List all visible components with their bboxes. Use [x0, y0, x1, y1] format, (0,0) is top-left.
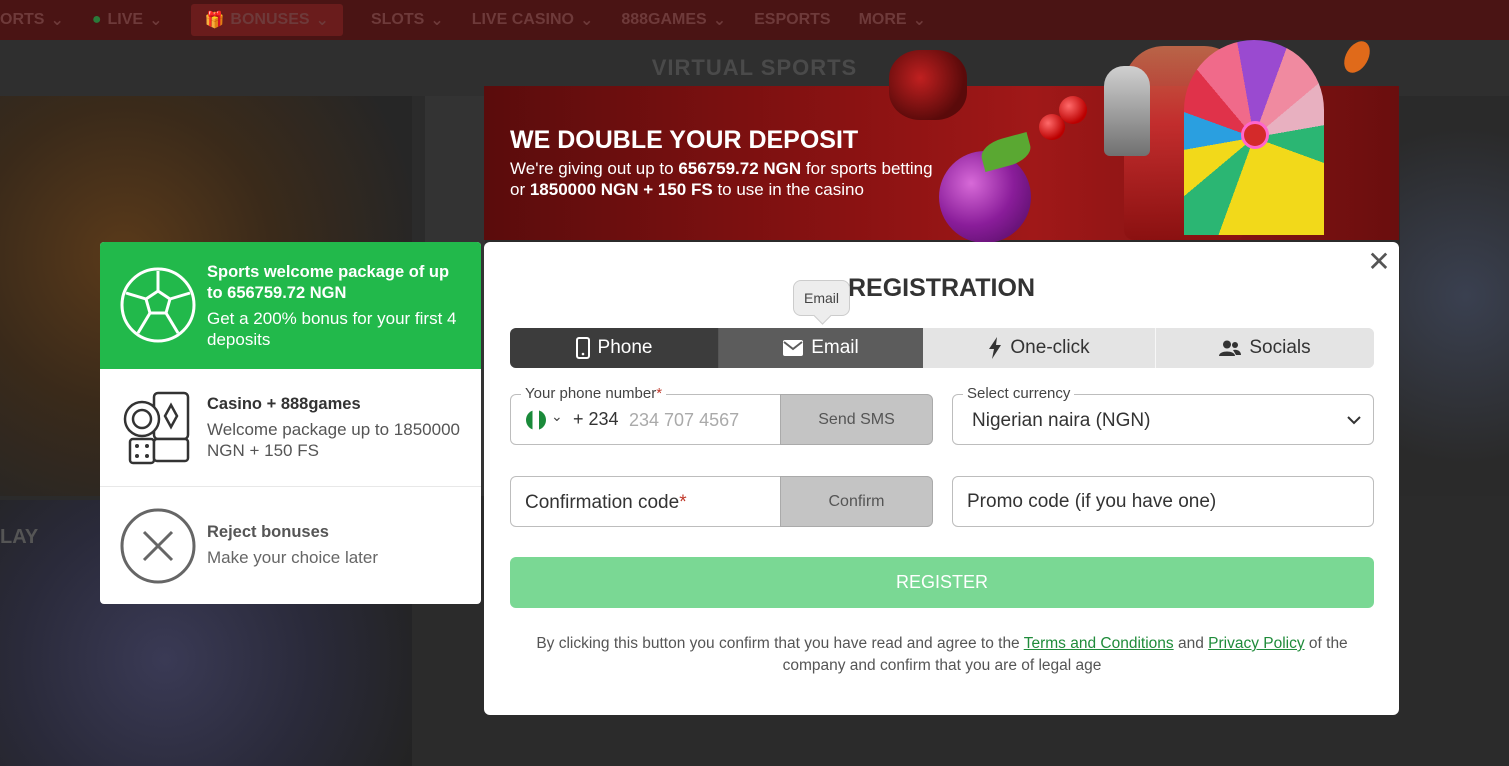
send-sms-button[interactable]: Send SMS [780, 394, 933, 445]
legal-notice: By clicking this button you confirm that… [536, 635, 1348, 674]
mail-icon [783, 340, 804, 356]
bonus-desc: Make your choice later [207, 548, 379, 567]
casino-chips-icon [123, 391, 190, 465]
top-navigation: ORTS ⌄ ● LIVE ⌄ 🎁 BONUSES ⌄ SLOTS ⌄ LIVE C… [0, 0, 1509, 40]
bonus-option-sports[interactable]: Sports welcome package of up to 656759.7… [100, 242, 481, 369]
register-button[interactable]: REGISTER [510, 557, 1374, 608]
bonus-desc: Welcome package up to 1850000 NGN + 150 … [207, 420, 460, 460]
leaf-illustration [978, 132, 1034, 172]
bonus-option-casino[interactable]: Casino + 888games Welcome package up to … [100, 369, 481, 487]
bonus-selection-panel: Sports welcome package of up to 656759.7… [100, 242, 481, 604]
bonus-title: Sports welcome package of up to 656759.7… [207, 263, 450, 302]
terms-link[interactable]: Terms and Conditions [1024, 635, 1174, 652]
confirmation-code-field[interactable]: Confirmation code* Confirm [510, 476, 933, 527]
wheel-hub [1241, 121, 1269, 149]
nav-item-live-casino[interactable]: LIVE CASINO ⌄ [472, 10, 594, 30]
tab-label: One-click [1010, 337, 1090, 358]
confirmation-code-placeholder: Confirmation code* [525, 492, 687, 513]
nav-item-esports[interactable]: ESPORTS [754, 11, 830, 29]
phone-number-field: Your phone number* ⌄ + 234 Send SMS [510, 385, 933, 445]
phone-icon [575, 337, 590, 359]
registration-modal: ✕ REGISTRATION Email Phone Email One-cli… [484, 242, 1399, 715]
nav-item-live[interactable]: ● LIVE ⌄ [92, 10, 163, 30]
confirm-button[interactable]: Confirm [780, 476, 933, 527]
field-label: Select currency [963, 385, 1075, 402]
bonus-text: Sports welcome package of up to 656759.7… [207, 262, 463, 350]
tab-phone[interactable]: Phone [510, 328, 719, 368]
tab-socials[interactable]: Socials [1156, 328, 1374, 368]
nav-item-888games[interactable]: 888GAMES ⌄ [621, 10, 726, 30]
currency-value: Nigerian naira (NGN) [972, 410, 1151, 431]
currency-select[interactable]: Select currency Nigerian naira (NGN) [952, 385, 1374, 445]
bonus-title: Reject bonuses [207, 523, 329, 541]
tab-one-click[interactable]: One-click [923, 328, 1156, 368]
promo-code-field [952, 476, 1374, 527]
promo-code-input[interactable] [967, 487, 1357, 517]
promo-banner: WE DOUBLE YOUR DEPOSIT We're giving out … [484, 36, 1399, 243]
bonus-text: Reject bonuses Make your choice later [207, 522, 463, 568]
tab-email[interactable]: Email [719, 328, 923, 368]
users-icon [1219, 340, 1242, 356]
tab-label: Socials [1249, 337, 1311, 358]
background-label: LAY [0, 526, 39, 548]
dial-code: + 234 [573, 409, 619, 429]
banner-title: WE DOUBLE YOUR DEPOSIT [510, 126, 859, 154]
nigeria-flag-icon[interactable] [526, 410, 546, 430]
tab-label: Phone [597, 337, 653, 358]
bonus-title: Casino + 888games [207, 395, 361, 413]
nav-item-more[interactable]: MORE ⌄ [859, 10, 926, 30]
bonus-desc: Get a 200% bonus for your first 4 deposi… [207, 309, 457, 349]
cherry-illustration [1059, 96, 1087, 124]
nav-item-bonuses[interactable]: 🎁 BONUSES ⌄ [190, 4, 343, 36]
field-label: Your phone number* [521, 385, 667, 402]
bonus-option-reject[interactable]: Reject bonuses Make your choice later [100, 487, 481, 604]
section-title: VIRTUAL SPORTS [651, 55, 858, 80]
privacy-policy-link[interactable]: Privacy Policy [1208, 635, 1304, 652]
banner-line-2: or 1850000 NGN + 150 FS to use in the ca… [510, 180, 864, 199]
nav-item-slots[interactable]: SLOTS ⌄ [371, 10, 444, 30]
background-game-tile [1400, 96, 1509, 496]
close-circle-icon [120, 508, 196, 584]
close-icon[interactable]: ✕ [1367, 248, 1391, 276]
nav-item-sports[interactable]: ORTS ⌄ [0, 10, 64, 30]
modal-title: REGISTRATION [847, 274, 1036, 302]
chevron-down-icon [1347, 416, 1361, 425]
bonus-text: Casino + 888games Welcome package up to … [207, 394, 463, 461]
registration-tabs: Phone Email One-click Socials [510, 328, 1374, 368]
fruit-illustration [889, 50, 967, 120]
soccer-ball-icon [120, 267, 196, 343]
banner-line-1: We're giving out up to 656759.72 NGN for… [510, 159, 933, 178]
chevron-down-icon[interactable]: ⌄ [551, 408, 563, 425]
lightning-icon [989, 337, 1002, 359]
phone-input[interactable] [629, 405, 779, 435]
tab-label: Email [811, 337, 859, 358]
trophy-illustration [1104, 66, 1150, 156]
tab-tooltip: Email [793, 280, 850, 316]
